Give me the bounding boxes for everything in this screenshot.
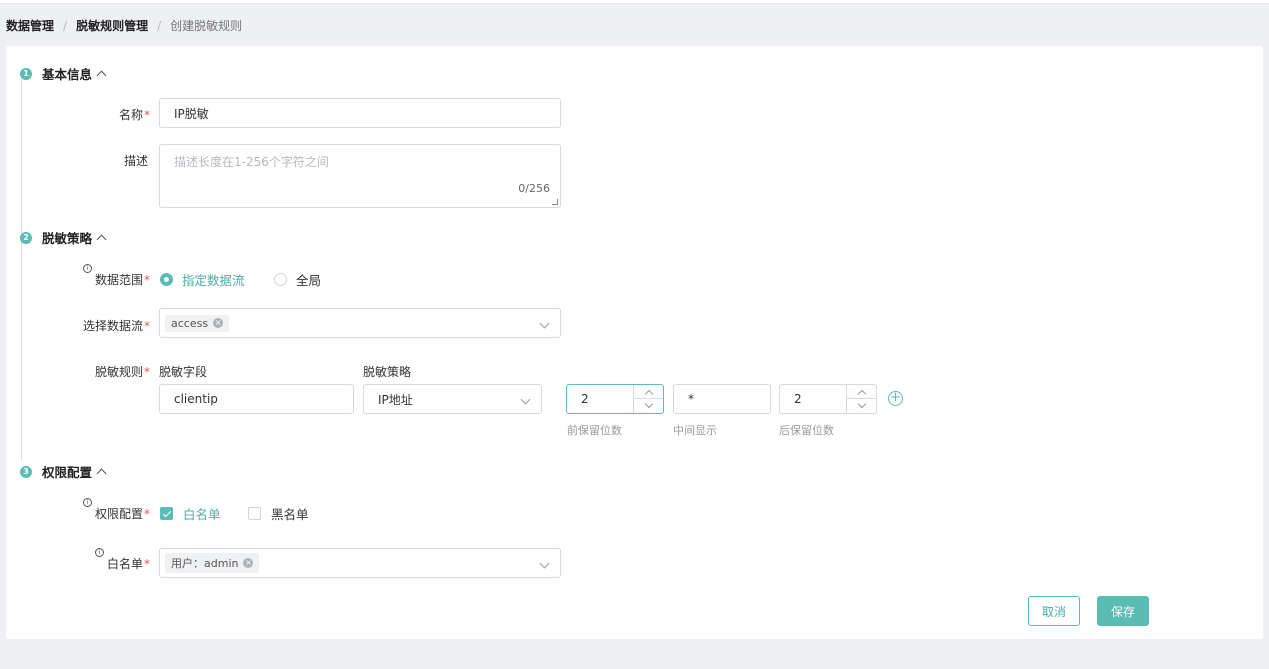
save-button[interactable]: 保存	[1097, 596, 1149, 626]
checkbox-label: 黑名单	[271, 507, 309, 522]
section-title-policy: 脱敏策略	[42, 231, 93, 246]
stream-tag: access ×	[165, 314, 230, 332]
strategy-select[interactable]: IP地址	[363, 384, 542, 414]
step-connector-line	[21, 77, 22, 460]
section-title-basic: 基本信息	[42, 67, 93, 82]
scope-label: 数据范围*	[94, 273, 150, 287]
increment-button[interactable]	[847, 385, 876, 399]
keep-front-value: 2	[581, 392, 589, 406]
stepper-controls	[846, 385, 876, 413]
description-label: 描述	[123, 154, 148, 168]
section-title-permission: 权限配置	[42, 465, 93, 480]
close-icon[interactable]: ×	[213, 318, 224, 328]
strategy-value: IP地址	[378, 392, 413, 407]
field-input[interactable]: clientip	[159, 384, 354, 414]
stepper-controls	[633, 385, 663, 413]
step-number-1: 1	[20, 67, 32, 80]
description-placeholder: 描述长度在1-256个字符之间	[174, 155, 329, 169]
breadcrumb-rule-management[interactable]: 脱敏规则管理	[76, 17, 148, 34]
checkbox-box	[160, 507, 173, 520]
section-policy-header[interactable]: 2 脱敏策略	[20, 228, 107, 247]
whitelist-select[interactable]: 用户：admin ×	[159, 548, 561, 578]
tag-label: access	[171, 316, 209, 330]
checkbox-whitelist[interactable]: 白名单	[160, 504, 221, 523]
middle-display-label: 中间显示	[673, 424, 717, 437]
section-basic-header[interactable]: 1 基本信息	[20, 64, 107, 83]
whitelist-tag: 用户：admin ×	[165, 553, 260, 573]
description-textarea[interactable]: 描述长度在1-256个字符之间 0/256	[159, 144, 561, 208]
section-permission-header[interactable]: 3 权限配置	[20, 462, 107, 481]
close-icon[interactable]: ×	[243, 558, 254, 568]
step-number-2: 2	[20, 231, 32, 244]
radio-label: 指定数据流	[182, 273, 245, 288]
chevron-down-icon	[539, 558, 550, 569]
decrement-button[interactable]	[847, 399, 876, 413]
breadcrumb-current: 创建脱敏规则	[170, 19, 243, 33]
increment-button[interactable]	[634, 385, 663, 399]
breadcrumb-data-management[interactable]: 数据管理	[6, 17, 54, 34]
radio-global[interactable]: 全局	[274, 270, 321, 289]
chevron-up-icon[interactable]	[96, 234, 107, 245]
middle-display-input[interactable]: *	[673, 384, 771, 414]
permission-config-label: 权限配置*	[94, 507, 150, 521]
radio-specified-stream[interactable]: 指定数据流	[160, 270, 245, 289]
stream-select[interactable]: access ×	[159, 308, 561, 338]
stream-label: 选择数据流*	[82, 319, 150, 333]
resize-handle-icon[interactable]	[552, 199, 558, 205]
add-rule-icon[interactable]: +	[888, 391, 903, 406]
breadcrumb: 数据管理 / 脱敏规则管理 / 创建脱敏规则	[6, 17, 242, 34]
checkbox-label: 白名单	[183, 507, 221, 522]
middle-value: *	[688, 392, 694, 406]
step-number-3: 3	[20, 465, 32, 478]
name-value: IP脱敏	[174, 106, 209, 121]
description-char-count: 0/256	[518, 182, 550, 195]
checkbox-blacklist[interactable]: 黑名单	[248, 504, 309, 523]
whitelist-label: 白名单*	[106, 557, 150, 571]
name-input[interactable]: IP脱敏	[159, 98, 561, 128]
top-bar	[0, 0, 1269, 4]
rule-label: 脱敏规则*	[94, 365, 150, 379]
keep-back-label: 后保留位数	[779, 424, 834, 437]
breadcrumb-separator: /	[157, 18, 162, 33]
strategy-column-header: 脱敏策略	[363, 365, 412, 379]
tag-label: 用户：admin	[171, 557, 239, 570]
name-label: 名称*	[118, 108, 150, 122]
cancel-button[interactable]: 取消	[1028, 596, 1080, 626]
keep-front-stepper[interactable]: 2	[566, 384, 664, 414]
chevron-up-icon[interactable]	[96, 70, 107, 81]
field-column-header: 脱敏字段	[159, 365, 208, 379]
decrement-button[interactable]	[634, 399, 663, 413]
chevron-down-icon	[520, 394, 531, 405]
checkbox-box	[248, 507, 261, 520]
keep-back-stepper[interactable]: 2	[779, 384, 877, 414]
field-value: clientip	[174, 392, 218, 406]
radio-label: 全局	[296, 273, 322, 288]
chevron-up-icon[interactable]	[96, 468, 107, 479]
radio-dot	[160, 273, 173, 286]
keep-front-label: 前保留位数	[567, 424, 622, 437]
radio-dot	[274, 273, 287, 286]
breadcrumb-separator: /	[63, 18, 68, 33]
keep-back-value: 2	[794, 392, 802, 406]
chevron-down-icon	[539, 318, 550, 329]
